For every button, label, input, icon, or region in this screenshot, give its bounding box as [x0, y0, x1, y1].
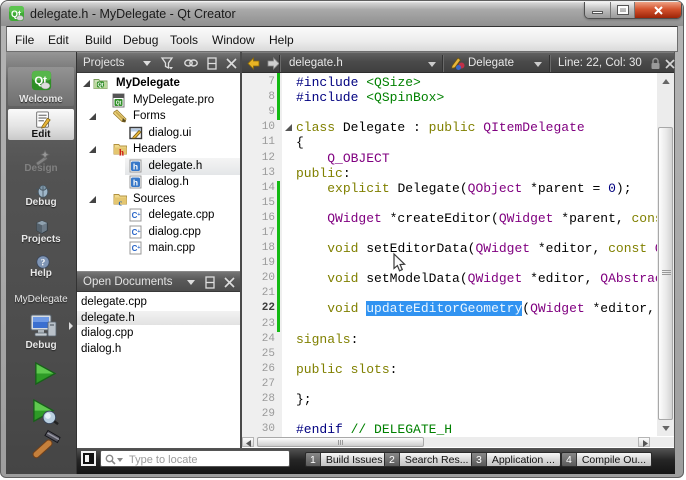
- svg-text:Qt: Qt: [116, 100, 122, 106]
- svg-text:Qt: Qt: [97, 83, 103, 89]
- svg-text:h: h: [119, 148, 124, 158]
- svg-text:?: ?: [41, 257, 46, 267]
- svg-text:h: h: [133, 178, 138, 188]
- svg-text:+: +: [137, 229, 140, 235]
- svg-text:c: c: [119, 198, 123, 207]
- svg-text:+: +: [137, 245, 140, 251]
- svg-text:h: h: [133, 161, 138, 171]
- svg-text:+: +: [137, 212, 140, 218]
